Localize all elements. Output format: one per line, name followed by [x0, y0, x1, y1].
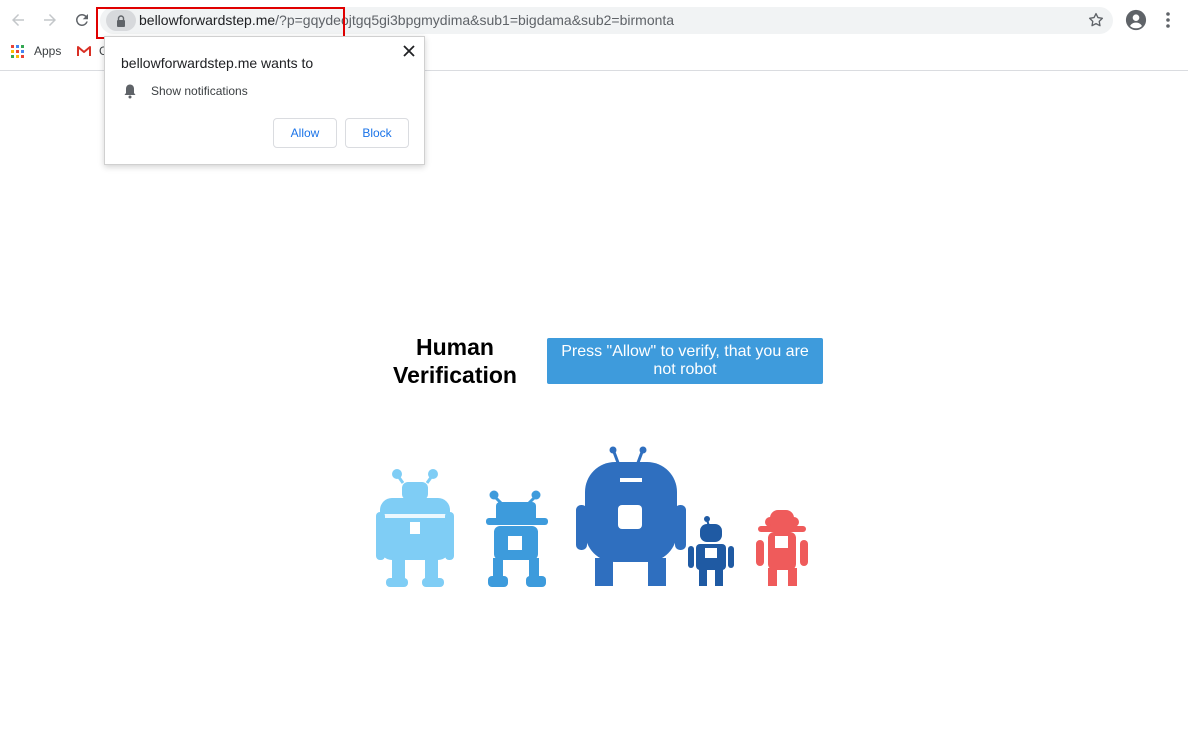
- block-button[interactable]: Block: [345, 118, 409, 148]
- bookmark-star-icon[interactable]: [1087, 11, 1105, 29]
- bookmark-apps[interactable]: Apps: [34, 44, 61, 58]
- robot-dark-blue-icon: [576, 446, 686, 586]
- back-arrow-icon: [12, 14, 24, 26]
- bell-icon: [124, 84, 136, 99]
- page-heading: Human Verification: [393, 334, 517, 388]
- popup-title: bellowforwardstep.me wants to: [121, 55, 314, 71]
- robot-blue-icon: [486, 490, 548, 587]
- reload-icon: [75, 13, 88, 26]
- forward-arrow-icon: [44, 14, 56, 26]
- notification-permission-popup: bellowforwardstep.me wants to Show notif…: [104, 36, 425, 165]
- robot-red-icon: [756, 510, 808, 586]
- browser-toolbar: bellowforwardstep.me/?p=gqydeojtgq5gi3bp…: [0, 0, 1188, 40]
- robot-navy-icon: [688, 516, 734, 586]
- forward-button[interactable]: [38, 8, 62, 32]
- apps-grid-icon[interactable]: [11, 45, 24, 58]
- permission-label: Show notifications: [151, 84, 248, 98]
- url-highlight-box: [96, 7, 345, 39]
- robots-illustration: [376, 446, 808, 587]
- verify-button[interactable]: Press "Allow" to verify, that you are no…: [547, 338, 823, 384]
- menu-dots-icon[interactable]: [1160, 10, 1176, 30]
- reload-button[interactable]: [70, 8, 94, 32]
- allow-button[interactable]: Allow: [273, 118, 337, 148]
- gmail-icon[interactable]: [77, 45, 91, 57]
- back-button[interactable]: [6, 8, 30, 32]
- profile-avatar-icon[interactable]: [1125, 9, 1147, 31]
- robot-light-blue-icon: [376, 469, 454, 587]
- close-icon[interactable]: [402, 44, 416, 58]
